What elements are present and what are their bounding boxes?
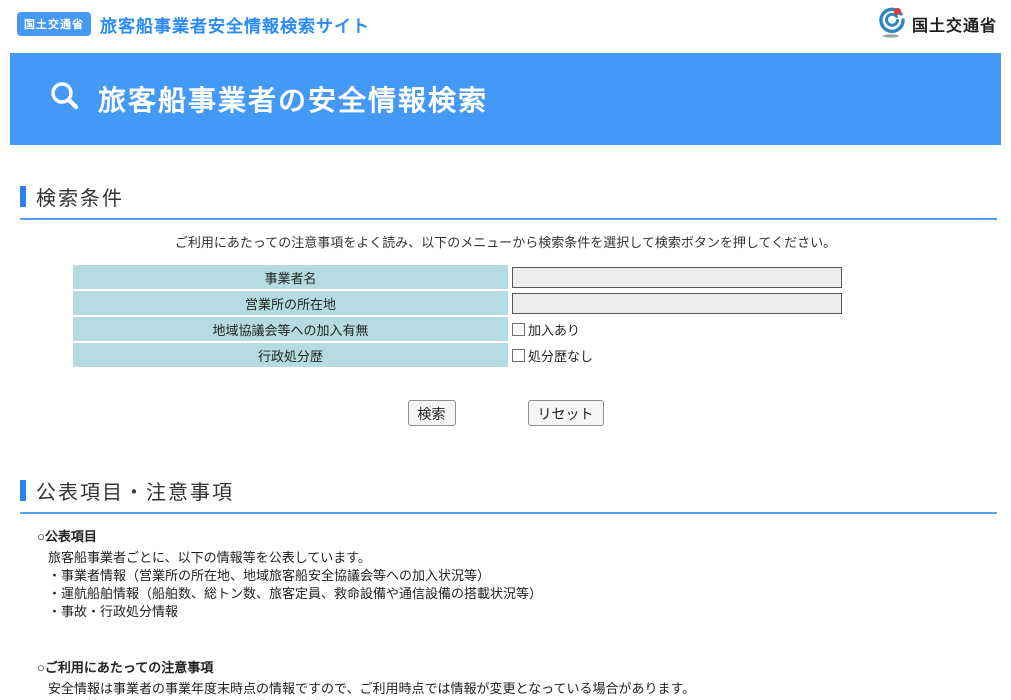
site-title: 旅客船事業者安全情報検索サイト (100, 12, 370, 37)
disposition-history-checkbox[interactable] (512, 349, 525, 362)
section-accent-bar (20, 186, 26, 207)
hero-title: 旅客船事業者の安全情報検索 (98, 79, 488, 119)
mlit-badge: 国土交通省 (17, 12, 91, 36)
ministry-name: 国土交通省 (912, 12, 997, 36)
ministry-logo-group[interactable]: 国土交通省 (876, 5, 997, 44)
field-label-council-membership: 地域協議会等への加入有無 (73, 317, 508, 341)
mlit-logo-icon (876, 5, 906, 44)
operator-name-input[interactable] (512, 267, 842, 288)
top-bar: 国土交通省 旅客船事業者安全情報検索サイト 国土交通省 (0, 0, 1011, 48)
field-label-disposition-history: 行政処分歴 (73, 343, 508, 367)
table-row: 地域協議会等への加入有無 加入あり (73, 317, 1011, 341)
published-items-block: ○公表項目 旅客船事業者ごとに、以下の情報等を公表しています。 ・事業者情報（営… (37, 526, 1011, 621)
section-underline (20, 512, 997, 514)
table-row: 事業者名 (73, 265, 1011, 289)
note-line: ・事故・行政処分情報 (48, 603, 1011, 621)
note-line: 旅客船事業者ごとに、以下の情報等を公表しています。 (48, 549, 1011, 567)
note-line: ・運航船舶情報（船舶数、総トン数、旅客定員、救命設備や通信設備の搭載状況等） (48, 585, 1011, 603)
field-label-operator-name: 事業者名 (73, 265, 508, 289)
checkbox-label: 処分歴なし (528, 346, 593, 365)
button-row: 検索 リセット (0, 400, 1011, 426)
checkbox-label: 加入あり (528, 320, 580, 339)
published-items-heading: ○公表項目 (37, 526, 1011, 545)
note-line: ・事業者情報（営業所の所在地、地域旅客船安全協議会等への加入状況等） (48, 567, 1011, 585)
note-line: 安全情報は事業者の事業年度末時点の情報ですので、ご利用時点では情報が変更となって… (48, 680, 1011, 698)
notes-section-header: 公表項目・注意事項 (20, 476, 997, 505)
search-button[interactable]: 検索 (408, 400, 456, 426)
search-form-table: 事業者名 営業所の所在地 地域協議会等への加入有無 加入あり 行政処分歴 処分歴… (73, 265, 1011, 367)
field-label-office-location: 営業所の所在地 (73, 291, 508, 315)
search-instruction: ご利用にあたっての注意事項をよく読み、以下のメニューから検索条件を選択して検索ボ… (0, 232, 1011, 251)
office-location-input[interactable] (512, 293, 842, 314)
council-membership-checkbox[interactable] (512, 323, 525, 336)
usage-cautions-block: ○ご利用にあたっての注意事項 安全情報は事業者の事業年度末時点の情報ですので、ご… (37, 657, 1011, 700)
search-section-title: 検索条件 (36, 182, 124, 211)
hero-banner: 旅客船事業者の安全情報検索 (10, 53, 1001, 145)
reset-button[interactable]: リセット (528, 400, 604, 426)
notes-content: ○公表項目 旅客船事業者ごとに、以下の情報等を公表しています。 ・事業者情報（営… (37, 526, 1011, 700)
section-underline (20, 218, 997, 220)
section-accent-bar (20, 480, 26, 501)
disposition-history-option[interactable]: 処分歴なし (512, 346, 593, 365)
table-row: 行政処分歴 処分歴なし (73, 343, 1011, 367)
top-bar-brand[interactable]: 国土交通省 旅客船事業者安全情報検索サイト (17, 12, 370, 37)
notes-section-title: 公表項目・注意事項 (36, 476, 234, 505)
usage-cautions-heading: ○ご利用にあたっての注意事項 (37, 657, 1011, 676)
search-icon (48, 80, 82, 119)
council-membership-option[interactable]: 加入あり (512, 320, 580, 339)
table-row: 営業所の所在地 (73, 291, 1011, 315)
search-section-header: 検索条件 (20, 182, 997, 211)
